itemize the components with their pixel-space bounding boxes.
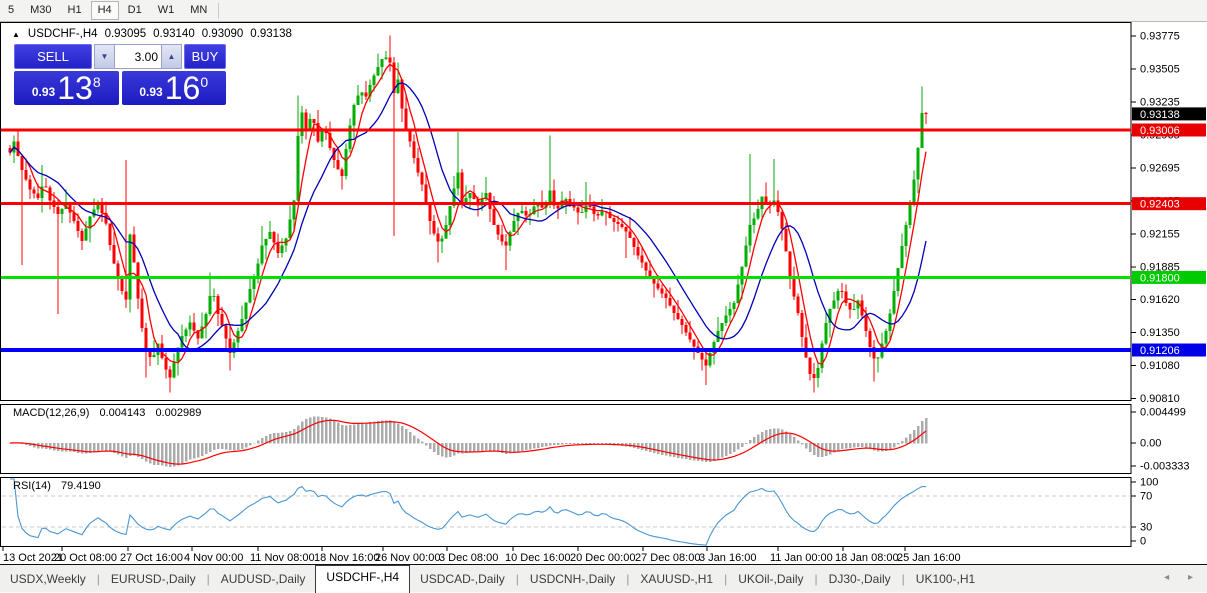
x-axis-label: 18 Nov 16:00 xyxy=(314,552,379,563)
x-axis-label: 3 Dec 08:00 xyxy=(439,552,498,563)
collapse-arrow-icon[interactable]: ▲ xyxy=(12,30,20,39)
y-axis-label: 0.92155 xyxy=(1140,229,1180,241)
tab-separator: | xyxy=(207,572,210,586)
buy-price-panel[interactable]: 0.93 16 0 xyxy=(122,71,227,105)
tab-scroll-arrows[interactable]: ◂ ▸ xyxy=(1164,572,1201,583)
volume-input[interactable] xyxy=(115,44,161,69)
x-axis-label: 27 Dec 08:00 xyxy=(635,552,700,563)
sell-price-pips: 13 xyxy=(57,72,93,104)
sell-price-point: 8 xyxy=(93,75,101,89)
chart-tab-usdcad-daily[interactable]: USDCAD-,Daily xyxy=(410,568,515,591)
rsi-axis-label: 30 xyxy=(1140,522,1152,534)
sell-price-base: 0.93 xyxy=(32,85,55,99)
macd-axis-label: -0.003333 xyxy=(1140,461,1190,473)
chart-tab-uk100-h1[interactable]: UK100-,H1 xyxy=(906,568,985,591)
y-axis-label: 0.93775 xyxy=(1140,31,1180,43)
price-badge-label: 0.93138 xyxy=(1140,109,1180,121)
buy-button[interactable]: BUY xyxy=(184,44,226,69)
chart-tab-usdchf-h4[interactable]: USDCHF-,H4 xyxy=(315,565,410,593)
rsi-value: 79.4190 xyxy=(61,480,101,492)
x-axis-label: 20 Oct 08:00 xyxy=(54,552,117,563)
macd-label: MACD(12,26,9) 0.004143 0.002989 xyxy=(13,407,208,419)
buy-price-point: 0 xyxy=(200,75,208,89)
x-axis-label: 4 Nov 00:00 xyxy=(184,552,243,563)
x-axis-label: 3 Jan 16:00 xyxy=(699,552,757,563)
volume-decrease-icon[interactable]: ▼ xyxy=(94,44,115,69)
x-axis-label: 27 Oct 16:00 xyxy=(120,552,183,563)
y-axis-label: 0.93505 xyxy=(1140,64,1180,76)
tab-separator: | xyxy=(902,572,905,586)
timeframe-button-d1[interactable]: D1 xyxy=(121,1,149,20)
macd-main-value: 0.004143 xyxy=(99,407,145,419)
rsi-name: RSI(14) xyxy=(13,480,51,492)
y-axis-label: 0.93235 xyxy=(1140,97,1180,109)
timeframe-button-h4[interactable]: H4 xyxy=(91,1,119,20)
chart-tab-xauusd-h1[interactable]: XAUUSD-,H1 xyxy=(630,568,723,591)
x-axis-label: 25 Jan 16:00 xyxy=(897,552,961,563)
timeframe-button-mn[interactable]: MN xyxy=(183,1,214,20)
ohlc-open: 0.93095 xyxy=(105,28,147,40)
timeframe-button-5[interactable]: 5 xyxy=(1,1,21,20)
tab-separator: | xyxy=(97,572,100,586)
price-badge-label: 0.91206 xyxy=(1140,345,1180,357)
tab-separator: | xyxy=(516,572,519,586)
y-axis-label: 0.91620 xyxy=(1140,294,1180,306)
volume-increase-icon[interactable]: ▲ xyxy=(161,44,182,69)
buy-price-base: 0.93 xyxy=(139,85,162,99)
y-axis-label: 0.90810 xyxy=(1140,393,1180,405)
timeframe-toolbar: 5M30H1H4D1W1MN xyxy=(0,0,1207,22)
chart-tab-ukoil-daily[interactable]: UKOil-,Daily xyxy=(728,568,813,591)
mt4-chart-window: 5M30H1H4D1W1MN 0.93775 0.93505 0.93235 0.92… xyxy=(0,0,1207,591)
symbol-period-label: USDCHF-,H4 xyxy=(28,28,98,40)
sell-price-panel[interactable]: 0.93 13 8 xyxy=(14,71,119,105)
rsi-axis-label: 0 xyxy=(1140,536,1146,548)
macd-axis-label: 0.004499 xyxy=(1140,407,1186,419)
timeframe-button-h1[interactable]: H1 xyxy=(61,1,89,20)
timeframe-button-m30[interactable]: M30 xyxy=(23,1,58,20)
macd-signal-value: 0.002989 xyxy=(155,407,201,419)
timeframe-button-w1[interactable]: W1 xyxy=(151,1,182,20)
ohlc-high: 0.93140 xyxy=(153,28,195,40)
chart-title: ▲ USDCHF-,H4 0.93095 0.93140 0.93090 0.9… xyxy=(12,27,292,41)
macd-name: MACD(12,26,9) xyxy=(13,407,89,419)
chart-tab-dj30-daily[interactable]: DJ30-,Daily xyxy=(819,568,901,591)
price-badge-label: 0.93006 xyxy=(1140,125,1180,137)
chart-tab-usdcnh-daily[interactable]: USDCNH-,Daily xyxy=(520,568,625,591)
tab-separator: | xyxy=(724,572,727,586)
x-axis-label: 26 Nov 00:00 xyxy=(375,552,440,563)
one-click-trading-widget: SELL ▼ ▲ BUY 0.93 13 8 0.93 16 0 xyxy=(14,44,226,105)
rsi-panel-frame xyxy=(1,478,1132,547)
x-axis-label: 10 Dec 16:00 xyxy=(505,552,570,563)
chart-tab-audusd-daily[interactable]: AUDUSD-,Daily xyxy=(211,568,316,591)
rsi-axis-label: 100 xyxy=(1140,477,1158,489)
price-badge-label: 0.91800 xyxy=(1140,272,1180,284)
y-axis-label: 0.91350 xyxy=(1140,327,1180,339)
x-axis-label: 11 Jan 00:00 xyxy=(770,552,833,563)
y-axis-label: 0.92695 xyxy=(1140,163,1180,175)
chart-tab-usdx-weekly[interactable]: USDX,Weekly xyxy=(0,568,96,591)
rsi-axis-label: 70 xyxy=(1140,491,1152,503)
price-badge-label: 0.92403 xyxy=(1140,199,1180,211)
x-axis-label: 11 Nov 08:00 xyxy=(250,552,315,563)
chart-tab-eurusd-daily[interactable]: EURUSD-,Daily xyxy=(101,568,206,591)
x-axis-label: 18 Jan 08:00 xyxy=(835,552,899,563)
x-axis-label: 20 Dec 00:00 xyxy=(570,552,635,563)
ohlc-low: 0.93090 xyxy=(202,28,244,40)
toolbar-separator xyxy=(218,3,219,19)
y-axis-label: 0.91080 xyxy=(1140,360,1180,372)
volume-stepper: ▼ ▲ xyxy=(94,44,182,69)
tab-separator: | xyxy=(626,572,629,586)
buy-price-pips: 16 xyxy=(165,72,201,104)
ohlc-close: 0.93138 xyxy=(250,28,292,40)
sell-button[interactable]: SELL xyxy=(14,44,92,69)
macd-axis-label: 0.00 xyxy=(1140,438,1161,450)
chart-tab-bar: USDX,Weekly|EURUSD-,Daily|AUDUSD-,DailyU… xyxy=(0,564,1207,592)
rsi-label: RSI(14) 79.4190 xyxy=(13,480,108,492)
tab-separator: | xyxy=(815,572,818,586)
